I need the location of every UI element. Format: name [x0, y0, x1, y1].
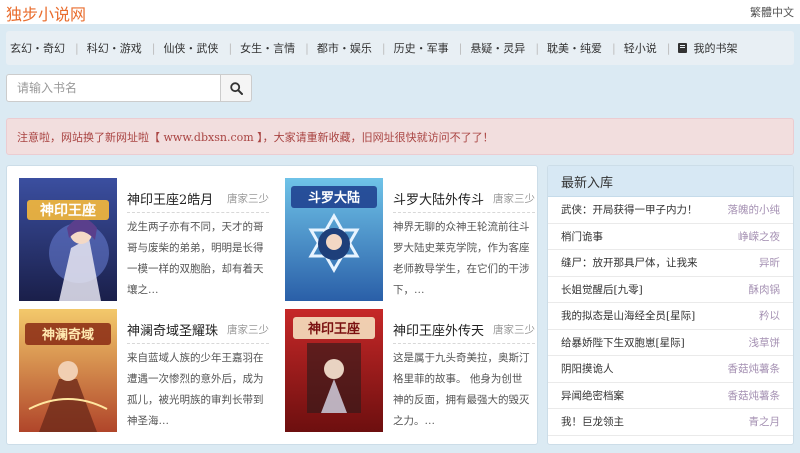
list-item-author[interactable]: 落魄的小纯 [728, 202, 781, 217]
panel-heading: 最新入库 [548, 166, 793, 197]
list-item: 缝尸：放开那具尸体，让我来 异昕 [548, 250, 793, 277]
list-item-title[interactable]: 梢门诡事 [561, 229, 603, 244]
list-item-title[interactable]: 异闻绝密档案 [561, 388, 624, 403]
divider [127, 212, 269, 213]
book-cover[interactable]: 神澜奇域 [19, 309, 117, 432]
top-bar: 独步小说网 繁體中文 [0, 0, 800, 24]
list-item: 我！巨龙领主 青之月 [548, 409, 793, 436]
nav-separator: | [228, 41, 233, 55]
nav-item-xianxia[interactable]: 仙侠・武侠 [163, 40, 218, 56]
nav-item-fantasy[interactable]: 玄幻・奇幻 [10, 40, 65, 56]
list-item-title[interactable]: 阴阳摸诡人 [561, 361, 614, 376]
latest-books-panel: 最新入库 武侠：开局获得一甲子内力！ 落魄的小纯 梢门诡事 峥嵘之夜 缝尸：放开那具… [547, 165, 794, 445]
list-item-title[interactable]: 给暴娇陛下生双胞崽[星际] [561, 335, 685, 350]
list-item-author[interactable]: 峥嵘之夜 [738, 229, 780, 244]
list-item-title[interactable]: 长姐觉醒后[九零] [561, 282, 643, 297]
featured-book: 神印王座 神印王座外传天 唐家三少 这是属于九头奇美拉，奥斯汀格里菲的故事。 他… [285, 309, 535, 439]
list-item-author[interactable]: 香菇炖薯条 [728, 361, 781, 376]
featured-book: 神澜奇域 神澜奇域圣耀珠 唐家三少 来自蓝域人族的少年王嘉羽在遭遇一次惨烈的意外… [19, 309, 269, 439]
search-icon [229, 81, 243, 95]
language-toggle[interactable]: 繁體中文 [750, 4, 794, 20]
divider [393, 343, 535, 344]
nav-separator: | [151, 41, 156, 55]
list-item: 阴阳摸诡人 香菇炖薯条 [548, 356, 793, 383]
book-author[interactable]: 唐家三少 [227, 191, 269, 206]
list-item-author[interactable]: 酥肉锅 [749, 282, 781, 297]
search-bar [6, 74, 252, 102]
book-icon [678, 43, 688, 53]
divider [393, 212, 535, 213]
book-title[interactable]: 斗罗大陆外传斗 [393, 189, 484, 208]
book-description: 神界无聊的众神王轮流前往斗罗大陆史莱克学院，作为客座老师教导学生，在它们的干涉下… [393, 221, 530, 296]
featured-book: 神印王座 神印王座2皓月 唐家三少 龙生两子亦有不同，天才的哥哥与废柴的弟弟，明… [19, 178, 269, 308]
nav-separator: | [381, 41, 386, 55]
list-item-author[interactable]: 浅草饼 [749, 335, 781, 350]
nav-item-light-novel[interactable]: 轻小说 [624, 40, 657, 56]
book-description: 龙生两子亦有不同，天才的哥哥与废柴的弟弟，明明是长得一模一样的双胞胎，却有着天壤… [127, 221, 264, 296]
bookshelf-label: 我的书架 [693, 42, 738, 55]
nav-item-history[interactable]: 历史・军事 [394, 40, 449, 56]
nav-item-romance[interactable]: 女生・言情 [240, 40, 295, 56]
nav-item-scifi[interactable]: 科幻・游戏 [87, 40, 142, 56]
book-title[interactable]: 神澜奇域圣耀珠 [127, 320, 218, 339]
nav-separator: | [666, 41, 671, 55]
nav-separator: | [535, 41, 540, 55]
list-item-title[interactable]: 武侠：开局获得一甲子内力！ [561, 202, 698, 217]
list-item: 梢门诡事 峥嵘之夜 [548, 224, 793, 250]
nav-separator: | [612, 41, 616, 55]
book-description: 这是属于九头奇美拉，奥斯汀格里菲的故事。 他身为创世神的反面，拥有最强大的毁灭之… [393, 352, 530, 427]
nav-item-mystery[interactable]: 悬疑・灵异 [470, 40, 525, 56]
list-item-author[interactable]: 青之月 [749, 414, 781, 429]
nav-item-urban[interactable]: 都市・娱乐 [317, 40, 372, 56]
list-item: 我的拟态是山海经全员[星际] 矜以 [548, 303, 793, 330]
book-cover[interactable]: 神印王座 [19, 178, 117, 301]
book-cover[interactable]: 斗罗大陆 [285, 178, 383, 301]
list-item: 异闻绝密档案 香菇炖薯条 [548, 383, 793, 409]
nav-separator: | [75, 41, 79, 55]
list-item: 武侠：开局获得一甲子内力！ 落魄的小纯 [548, 197, 793, 224]
book-description: 来自蓝域人族的少年王嘉羽在遭遇一次惨烈的意外后，成为孤儿，被光明族的审判长带到神… [127, 352, 264, 427]
divider [127, 343, 269, 344]
book-cover[interactable]: 神印王座 [285, 309, 383, 432]
notice-text: 注意啦，网站换了新网址啦【 www.dbxsn.com 】，大家请重新收藏，旧网… [17, 130, 494, 144]
book-title[interactable]: 神印王座外传天 [393, 320, 484, 339]
featured-book: 斗罗大陆 斗罗大陆外传斗 唐家三少 神界无聊的众神王轮流前往斗罗大陆史莱克学院，… [285, 178, 535, 308]
featured-books-panel: 神印王座 神印王座2皓月 唐家三少 龙生两子亦有不同，天才的哥哥与废柴的弟弟，明… [6, 165, 538, 445]
search-button[interactable] [221, 74, 252, 102]
book-title[interactable]: 神印王座2皓月 [127, 189, 213, 208]
notice-alert: 注意啦，网站换了新网址啦【 www.dbxsn.com 】，大家请重新收藏，旧网… [6, 118, 794, 155]
list-item: 长姐觉醒后[九零] 酥肉锅 [548, 277, 793, 303]
svg-text:神印王座: 神印王座 [40, 202, 96, 219]
list-item: 给暴娇陛下生双胞崽[星际] 浅草饼 [548, 330, 793, 356]
list-item-author[interactable]: 异昕 [759, 255, 780, 270]
nav-separator: | [305, 41, 309, 55]
list-item-title[interactable]: 我！巨龙领主 [561, 414, 624, 429]
book-author[interactable]: 唐家三少 [493, 322, 535, 337]
site-title[interactable]: 独步小说网 [6, 1, 86, 25]
category-nav: 玄幻・奇幻 | 科幻・游戏 | 仙侠・武侠 | 女生・言情 | 都市・娱乐 | … [6, 31, 794, 65]
book-author[interactable]: 唐家三少 [227, 322, 269, 337]
search-input[interactable] [6, 74, 221, 102]
list-item-author[interactable]: 矜以 [759, 308, 780, 323]
list-item-title[interactable]: 缝尸：放开那具尸体，让我来 [561, 255, 698, 270]
svg-text:神印王座: 神印王座 [308, 321, 360, 337]
list-item-title[interactable]: 我的拟态是山海经全员[星际] [561, 308, 695, 323]
list-item-author[interactable]: 香菇炖薯条 [728, 388, 781, 403]
book-author[interactable]: 唐家三少 [493, 191, 535, 206]
nav-item-bookshelf[interactable]: 我的书架 [678, 40, 737, 56]
svg-text:神澜奇域: 神澜奇域 [42, 327, 94, 343]
nav-separator: | [458, 41, 463, 55]
svg-text:斗罗大陆: 斗罗大陆 [308, 190, 360, 206]
nav-item-bl[interactable]: 耽美・纯爱 [547, 40, 602, 56]
